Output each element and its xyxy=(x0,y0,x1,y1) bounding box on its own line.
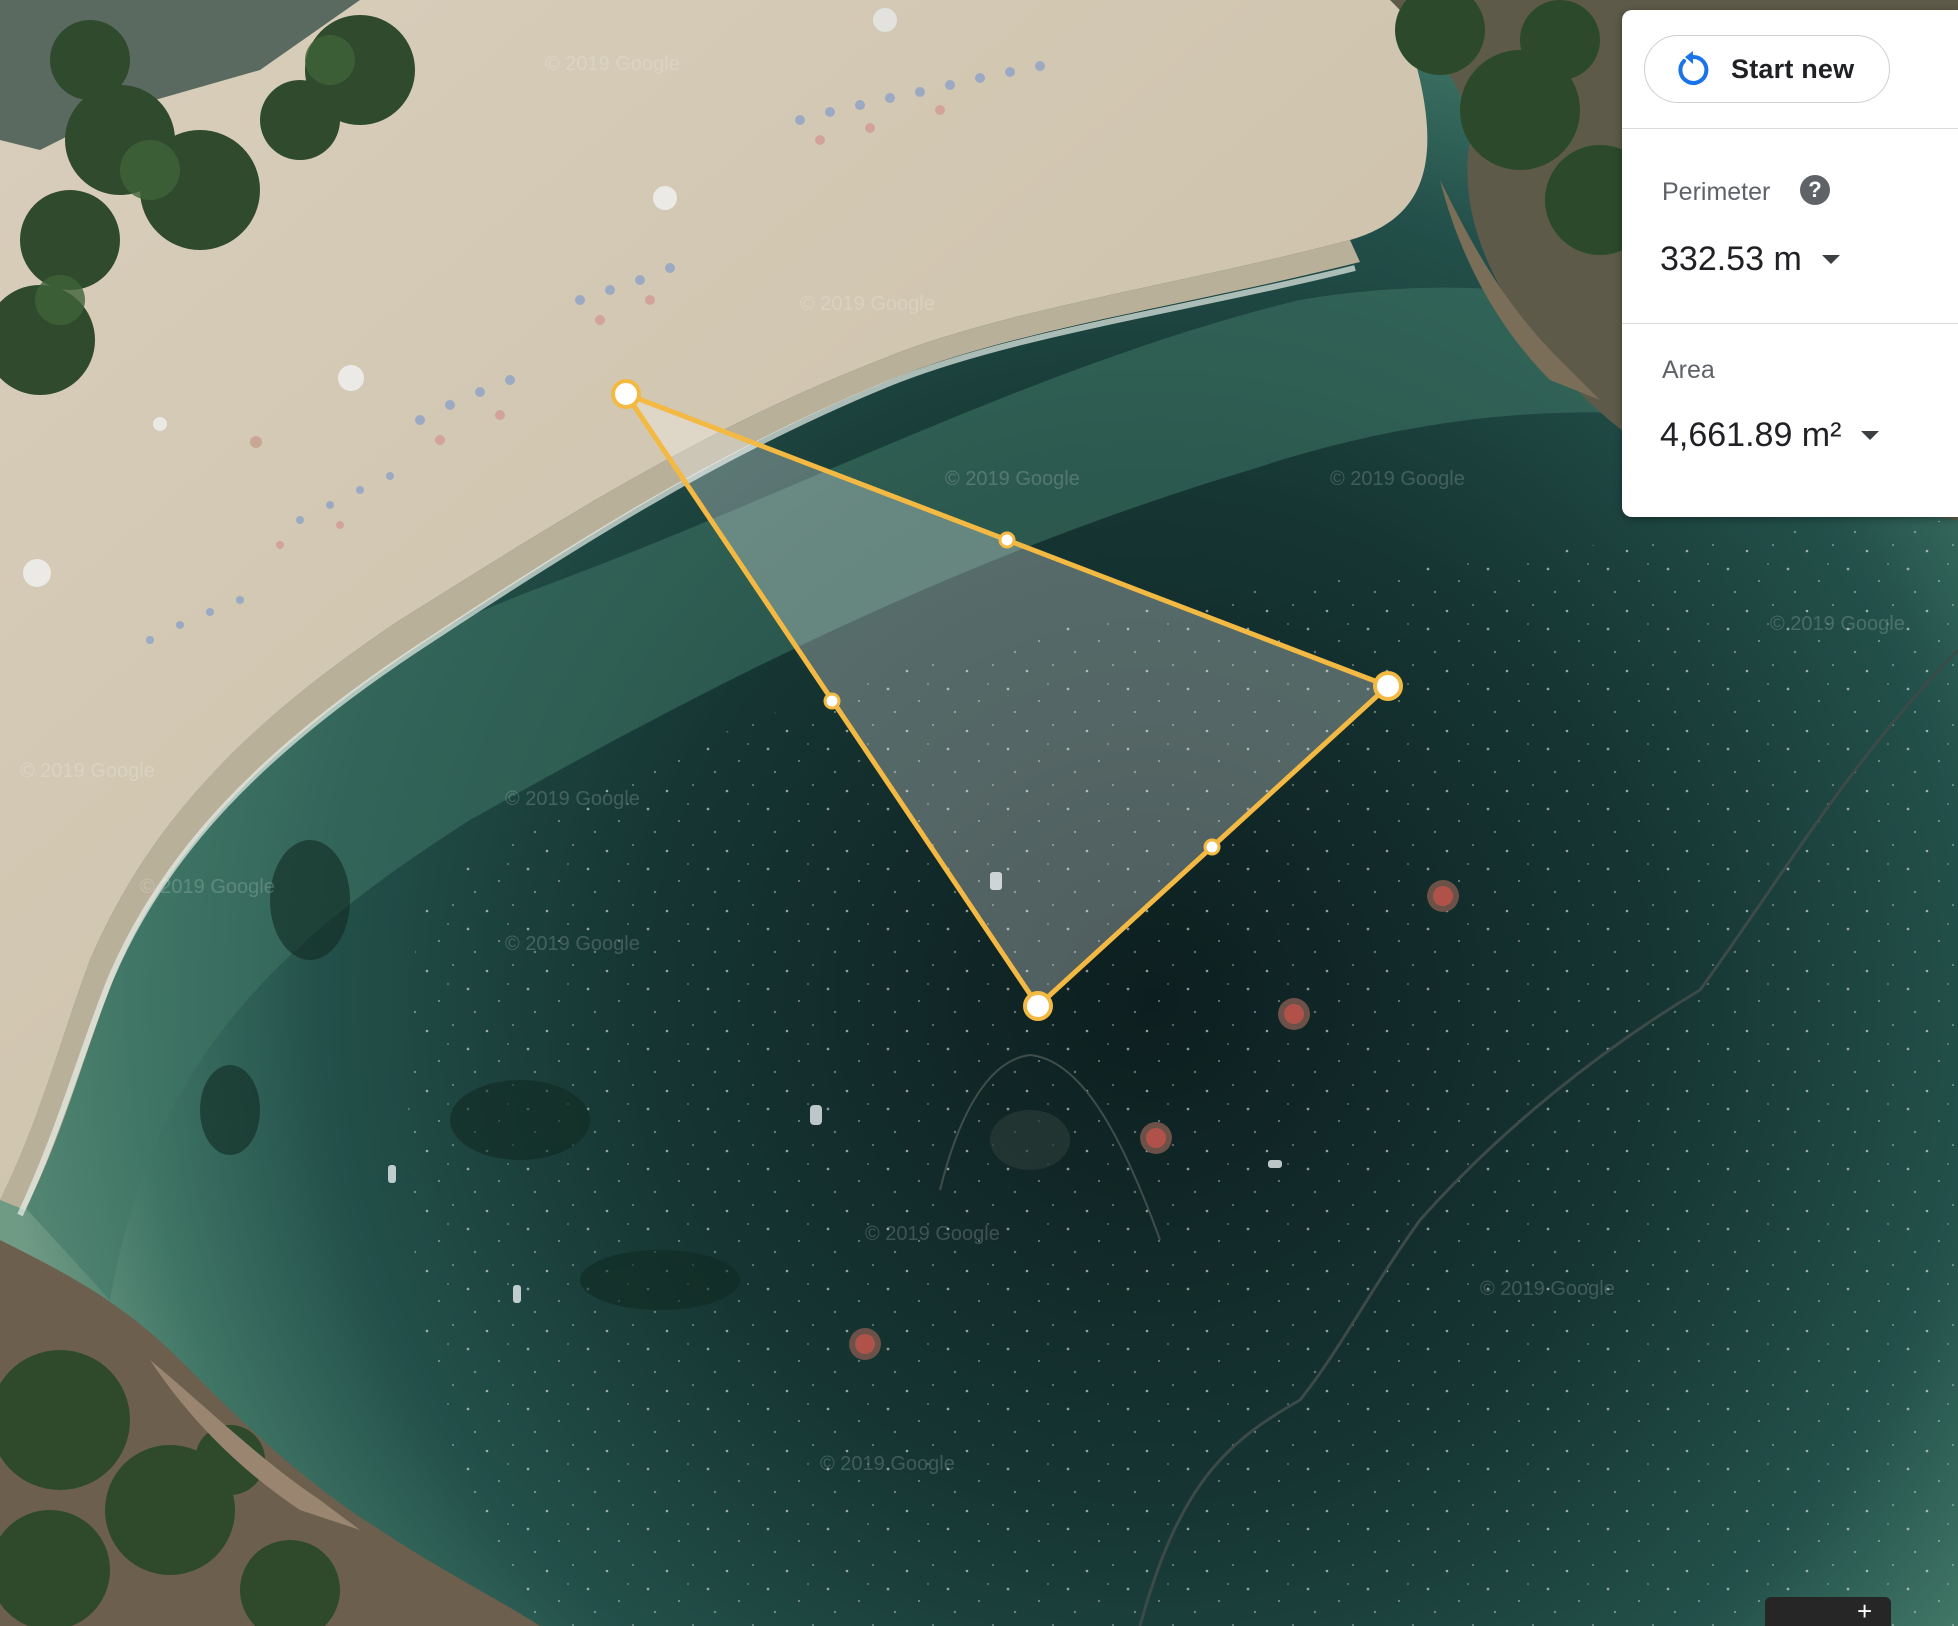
midpoint-handle[interactable] xyxy=(998,531,1016,549)
map-watermark: © 2019 Google xyxy=(1330,468,1465,490)
area-value-dropdown[interactable]: 4,661.89 m² xyxy=(1660,416,1880,455)
area-label: Area xyxy=(1662,356,1715,384)
refresh-icon xyxy=(1673,49,1713,89)
map-watermark: © 2019 Google xyxy=(20,760,155,782)
map-watermark: © 2019 Google xyxy=(820,1453,955,1475)
map-watermark: © 2019 Google xyxy=(140,876,275,898)
map-watermark: © 2019 Google xyxy=(945,468,1080,490)
map-watermark: © 2019 Google xyxy=(1480,1278,1615,1300)
vertex-handle[interactable] xyxy=(1373,671,1403,701)
vertex-handle[interactable] xyxy=(1023,991,1053,1021)
map-watermark: © 2019 Google xyxy=(545,53,680,75)
caret-down-icon xyxy=(1821,255,1840,264)
map-watermark: © 2019 Google xyxy=(505,933,640,955)
midpoint-handle[interactable] xyxy=(823,692,841,710)
zoom-in-control[interactable]: + xyxy=(1765,1597,1891,1626)
vertex-handle[interactable] xyxy=(611,379,641,409)
perimeter-label: Perimeter xyxy=(1662,178,1771,206)
divider xyxy=(1622,323,1958,324)
start-new-label: Start new xyxy=(1731,53,1855,84)
perimeter-value-dropdown[interactable]: 332.53 m xyxy=(1660,240,1840,279)
map-watermark: © 2019 Google xyxy=(800,293,935,315)
perimeter-value: 332.53 m xyxy=(1660,240,1802,278)
divider xyxy=(1622,128,1958,129)
area-value: 4,661.89 m² xyxy=(1660,416,1842,454)
start-new-button[interactable]: Start new xyxy=(1644,35,1890,103)
map-watermark: © 2019 Google xyxy=(1770,613,1905,635)
help-circle-icon[interactable]: ? xyxy=(1800,175,1830,205)
caret-down-icon xyxy=(1861,431,1880,440)
map-watermark: © 2019 Google xyxy=(505,788,640,810)
measure-distance-panel: Start new Perimeter ? 332.53 m Area 4,66… xyxy=(1622,10,1958,517)
midpoint-handle[interactable] xyxy=(1203,838,1221,856)
plus-icon: + xyxy=(1857,1596,1873,1626)
map-watermark: © 2019 Google xyxy=(865,1223,1000,1245)
